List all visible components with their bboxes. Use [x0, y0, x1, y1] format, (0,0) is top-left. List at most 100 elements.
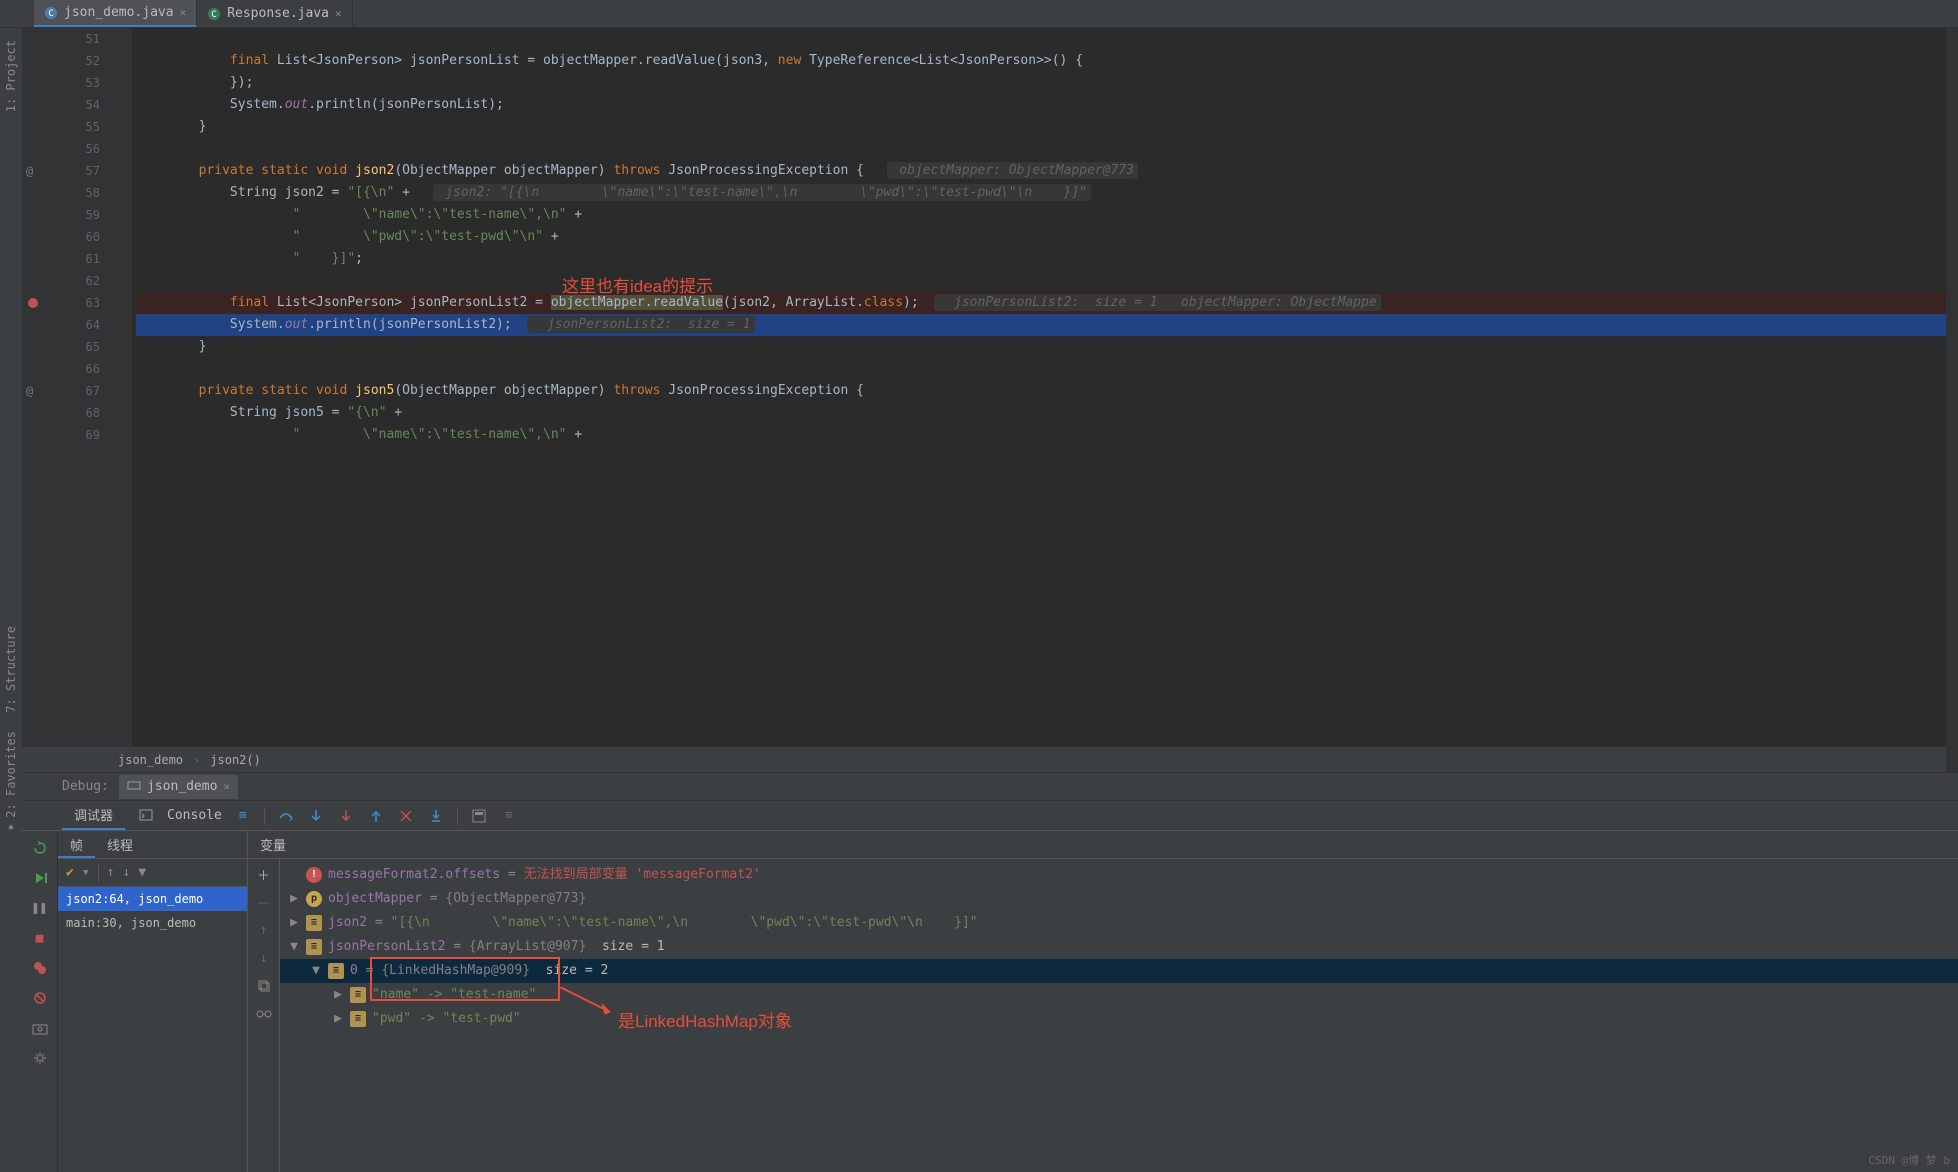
line-number: 65 — [22, 336, 100, 358]
svg-text:C: C — [48, 9, 53, 19]
line-number: 54 — [22, 94, 100, 116]
expand-arrow-icon[interactable]: ▶ — [332, 1007, 344, 1031]
close-icon[interactable]: ✕ — [180, 6, 187, 19]
rerun-icon[interactable] — [31, 839, 49, 857]
variable-row[interactable]: ▶ p objectMapper = {ObjectMapper@773} — [280, 887, 1958, 911]
threads-tab[interactable]: 线程 — [95, 831, 145, 858]
step-out-icon[interactable] — [367, 807, 385, 825]
vars-side-tools: ＋ － ↑ ↓ — [248, 859, 280, 1172]
frames-panel: 帧 线程 ✔ ▾ ↑ ↓ ▼ json2:64, json_demo main:… — [58, 831, 248, 1172]
tool-structure[interactable]: 7: Structure — [0, 620, 22, 719]
variable-row[interactable]: ! messageFormat2.offsets = 无法找到局部变量 'mess… — [280, 863, 1958, 887]
variable-row[interactable]: ▼≡jsonPersonList2 = {ArrayList@907} size… — [280, 935, 1958, 959]
line-number: 57 @ — [22, 160, 100, 182]
debug-title: Debug: — [62, 779, 109, 794]
tab-json-demo[interactable]: C json_demo.java ✕ — [34, 0, 197, 27]
up-icon[interactable]: ↑ — [255, 921, 273, 939]
down-icon[interactable]: ↓ — [255, 949, 273, 967]
glasses-icon[interactable] — [255, 1005, 273, 1023]
evaluate-icon[interactable] — [470, 807, 488, 825]
frame-item[interactable]: main:30, json_demo — [58, 911, 247, 935]
variables-tree[interactable]: ! messageFormat2.offsets = 无法找到局部变量 'mess… — [280, 859, 1958, 1172]
editor-scrollbar-markers[interactable] — [1946, 28, 1958, 772]
console-tab[interactable] — [137, 807, 155, 825]
remove-watch-icon[interactable]: － — [255, 893, 273, 911]
breadcrumb-item[interactable]: json2() — [210, 753, 261, 767]
variable-text: objectMapper = {ObjectMapper@773} — [328, 887, 586, 911]
breadcrumb-item[interactable]: json_demo — [118, 753, 183, 767]
line-number: 66 — [22, 358, 100, 380]
line-number: 64 — [22, 314, 100, 336]
tool-favorites[interactable]: ★ 2: Favorites — [0, 725, 22, 842]
gear-icon[interactable] — [31, 1049, 49, 1067]
filter-icon[interactable]: ▼ — [138, 865, 146, 880]
arrow-down-icon[interactable]: ↓ — [122, 865, 130, 880]
variable-row[interactable]: ▶≡"pwd" -> "test-pwd" — [280, 1007, 1958, 1031]
code-editor[interactable]: 51 52 53 54 55 56 57 @ 58 59 60 61 62 63… — [22, 28, 1958, 746]
pause-icon[interactable]: ❚❚ — [31, 899, 49, 917]
field-icon: ≡ — [350, 987, 366, 1003]
tab-label: Response.java — [227, 6, 329, 21]
left-tool-strip: 1: Project — [0, 28, 22, 1172]
trace-icon[interactable]: ≡ — [500, 807, 518, 825]
tab-response[interactable]: C Response.java ✕ — [197, 0, 352, 27]
field-icon: ≡ — [328, 963, 344, 979]
expand-arrow-icon[interactable]: ▶ — [288, 887, 300, 911]
run-config-icon — [127, 778, 141, 796]
line-number-gutter: 51 52 53 54 55 56 57 @ 58 59 60 61 62 63… — [22, 28, 118, 746]
line-number: 58 — [22, 182, 100, 204]
line-number: 69 — [22, 424, 100, 446]
force-step-into-icon[interactable] — [337, 807, 355, 825]
param-icon: p — [306, 891, 322, 907]
camera-icon[interactable] — [31, 1019, 49, 1037]
code-content[interactable]: final List<JsonPerson> jsonPersonList = … — [132, 28, 1958, 746]
stop-icon[interactable]: ■ — [31, 929, 49, 947]
close-icon[interactable]: ✕ — [223, 780, 230, 793]
resume-icon[interactable] — [31, 869, 49, 887]
error-icon: ! — [306, 867, 322, 883]
drop-frame-icon[interactable] — [397, 807, 415, 825]
run-to-cursor-icon[interactable] — [427, 807, 445, 825]
expand-arrow-icon[interactable]: ▶ — [288, 911, 300, 935]
chevron-down-icon[interactable]: ▾ — [82, 865, 90, 880]
tab-debugger[interactable]: 调试器 — [62, 801, 125, 830]
fold-gutter[interactable] — [118, 28, 132, 746]
tool-project[interactable]: 1: Project — [2, 34, 20, 118]
breakpoints-icon[interactable] — [31, 959, 49, 977]
step-into-icon[interactable] — [307, 807, 325, 825]
breadcrumb: json_demo › json2() — [22, 746, 1958, 772]
run-config-tab[interactable]: json_demo ✕ — [119, 775, 238, 799]
line-number: 51 — [22, 28, 100, 50]
arrow-up-icon[interactable]: ↑ — [107, 865, 115, 880]
expand-arrow-icon[interactable]: ▼ — [288, 935, 300, 959]
java-file-icon: C — [207, 7, 221, 21]
add-watch-icon[interactable]: ＋ — [255, 865, 273, 883]
frame-item[interactable]: json2:64, json_demo — [58, 887, 247, 911]
svg-text:C: C — [211, 10, 216, 20]
line-number: 56 — [22, 138, 100, 160]
expand-arrow-icon[interactable]: ▼ — [310, 959, 322, 983]
line-number: 55 — [22, 116, 100, 138]
line-number: 62 — [22, 270, 100, 292]
close-icon[interactable]: ✕ — [335, 7, 342, 20]
line-number: 60 — [22, 226, 100, 248]
line-number: 61 — [22, 248, 100, 270]
check-icon[interactable]: ✔ — [66, 865, 74, 880]
mute-breakpoints-icon[interactable] — [31, 989, 49, 1007]
tab-label: json_demo.java — [64, 5, 174, 20]
line-number: 53 — [22, 72, 100, 94]
line-number: 68 — [22, 402, 100, 424]
copy-icon[interactable] — [255, 977, 273, 995]
threads-icon[interactable]: ≡ — [234, 807, 252, 825]
frames-tab[interactable]: 帧 — [58, 831, 95, 858]
line-number-breakpoint[interactable]: 63 — [22, 292, 100, 314]
console-label[interactable]: Console — [167, 808, 222, 823]
field-icon: ≡ — [306, 915, 322, 931]
java-file-icon: C — [44, 6, 58, 20]
expand-arrow-icon[interactable]: ▶ — [332, 983, 344, 1007]
variable-text: messageFormat2.offsets = 无法找到局部变量 'messa… — [328, 863, 761, 887]
field-icon: ≡ — [350, 1011, 366, 1027]
step-over-icon[interactable] — [277, 807, 295, 825]
variable-row[interactable]: ▶≡json2 = "[{\n \"name\":\"test-name\",\… — [280, 911, 1958, 935]
variables-panel: 变量 ＋ － ↑ ↓ !messageFormat2.offsets — [248, 831, 1958, 1172]
